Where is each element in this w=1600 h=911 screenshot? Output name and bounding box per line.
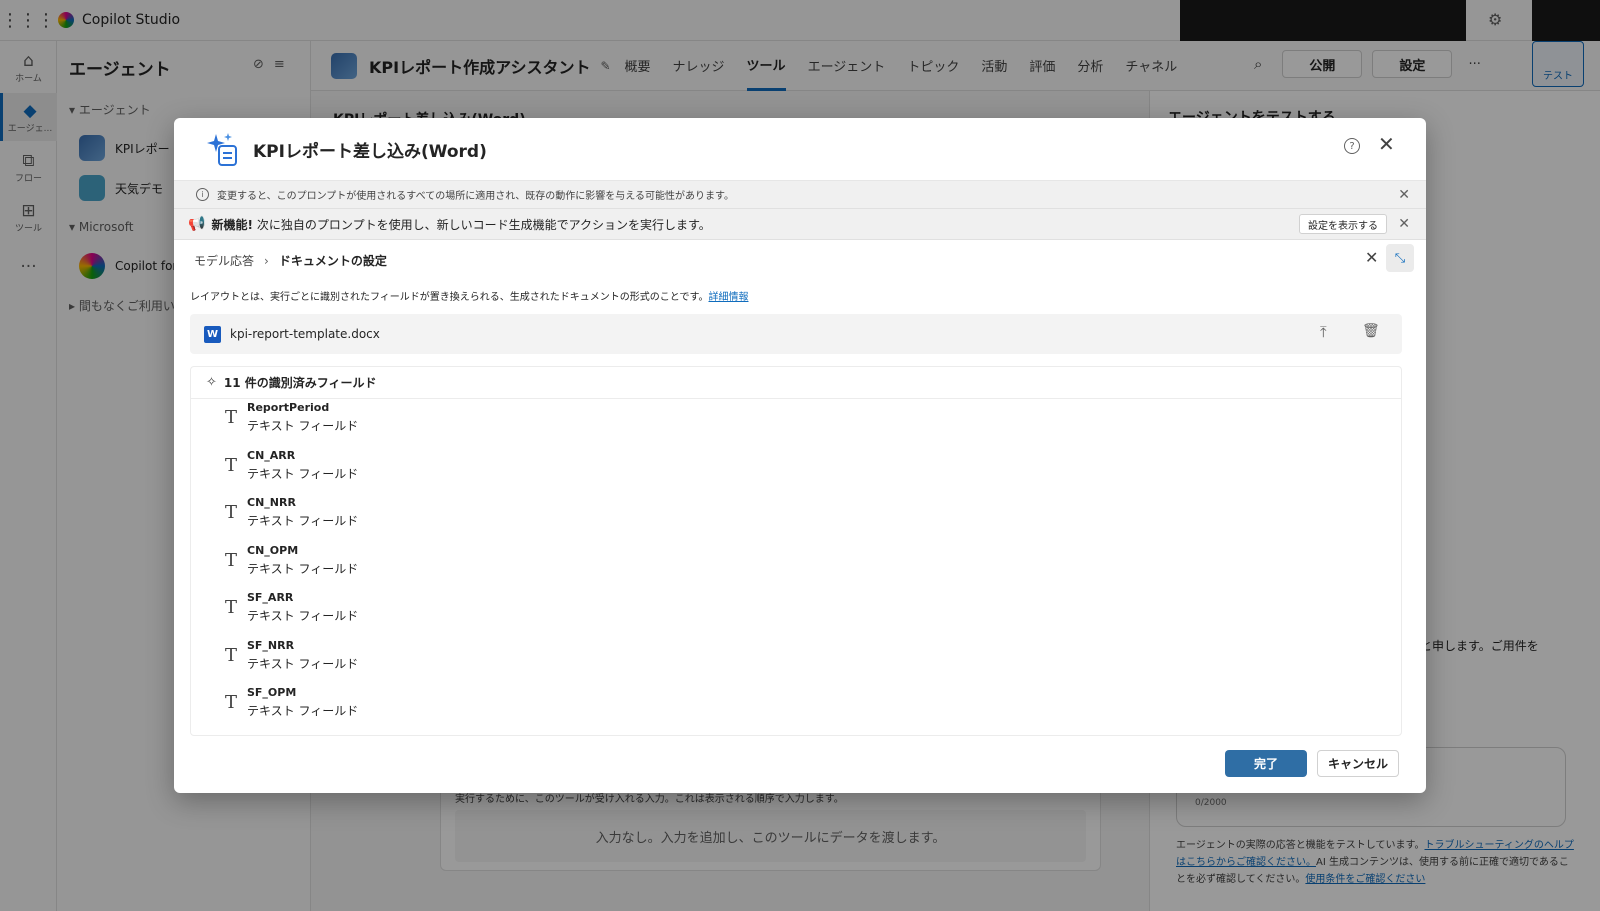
field-name: SF_ARR xyxy=(247,591,294,604)
info-bar-text: 変更すると、このプロンプトが使用されるすべての場所に適用され、既存の動作に影響を… xyxy=(217,191,734,202)
field-item: T CN_ARR テキスト フィールド xyxy=(191,447,1401,495)
help-icon[interactable]: ? xyxy=(1344,138,1360,154)
learn-more-link[interactable]: 詳細情報 xyxy=(709,292,749,303)
text-field-icon: T xyxy=(225,644,238,666)
close-pane-icon[interactable]: ✕ xyxy=(1365,248,1378,267)
dialog-title: KPIレポート差し込み(Word) xyxy=(253,142,487,162)
field-name: SF_OPM xyxy=(247,686,297,699)
fields-title: 11 件の識別済みフィールド xyxy=(223,376,377,390)
text-field-icon: T xyxy=(225,502,238,523)
upload-icon[interactable]: ⤒ xyxy=(1320,323,1327,341)
text-field-icon: T xyxy=(225,549,238,571)
breadcrumb: モデル応答 › ドキュメントの設定 xyxy=(194,252,387,269)
field-type: テキスト フィールド xyxy=(247,561,359,576)
dialog-header: KPIレポート差し込み(Word) ? ✕ xyxy=(174,118,1426,180)
layout-description: レイアウトとは、実行ごとに識別されたフィールドが置き換えられる、生成されたドキュ… xyxy=(190,292,749,303)
text-field-icon: T xyxy=(225,454,238,476)
field-name: CN_NRR xyxy=(247,496,296,509)
template-file-card: W kpi-report-template.docx ⤒ 🗑 xyxy=(190,314,1402,354)
delete-icon[interactable]: 🗑 xyxy=(1362,323,1380,339)
chevron-right-icon: › xyxy=(264,253,269,268)
info-bar: i 変更すると、このプロンプトが使用されるすべての場所に適用され、既存の動作に影… xyxy=(174,180,1426,208)
field-type: テキスト フィールド xyxy=(247,466,359,481)
text-field-icon: T xyxy=(225,692,238,713)
dismiss-new-feature-icon[interactable]: ✕ xyxy=(1398,216,1410,232)
breadcrumb-parent[interactable]: モデル応答 xyxy=(194,252,254,269)
prompt-sparkle-icon xyxy=(207,133,237,166)
file-name: kpi-report-template.docx xyxy=(230,327,380,341)
new-feature-bar: 📢 新機能! 次に独自のプロンプトを使用し、新しいコード生成機能でアクションを実… xyxy=(174,208,1426,240)
field-type: テキスト フィールド xyxy=(247,704,359,718)
new-feature-text: 次に独自のプロンプトを使用し、新しいコード生成機能でアクションを実行します。 xyxy=(256,217,711,232)
field-item: T SF_OPM テキスト フィールド xyxy=(191,684,1401,732)
cancel-button[interactable]: キャンセル xyxy=(1317,750,1399,777)
info-icon: i xyxy=(196,188,209,201)
collapse-icon[interactable]: ⤡ xyxy=(1386,244,1414,272)
breadcrumb-current: ドキュメントの設定 xyxy=(278,254,387,268)
done-button[interactable]: 完了 xyxy=(1225,750,1307,777)
show-settings-button[interactable]: 設定を表示する xyxy=(1299,214,1387,234)
field-item: T CN_OPM テキスト フィールド xyxy=(191,542,1401,590)
field-name: SF_NRR xyxy=(247,638,295,652)
new-feature-label: 新機能! xyxy=(211,217,253,232)
field-name: CN_ARR xyxy=(247,448,296,462)
fields-header: ✧ 11 件の識別済みフィールド xyxy=(191,367,1401,399)
field-type: テキスト フィールド xyxy=(247,609,359,623)
text-field-icon: T xyxy=(225,407,238,428)
field-item: T CN_NRR テキスト フィールド xyxy=(191,494,1401,542)
identified-fields-panel: ✧ 11 件の識別済みフィールド T ReportPeriod テキスト フィー… xyxy=(190,366,1402,736)
dismiss-info-icon[interactable]: ✕ xyxy=(1398,187,1410,203)
document-settings-dialog: KPIレポート差し込み(Word) ? ✕ i 変更すると、このプロンプトが使用… xyxy=(174,118,1426,793)
close-icon[interactable]: ✕ xyxy=(1378,132,1395,156)
sparkle-icon: ✧ xyxy=(206,375,217,390)
field-type: テキスト フィールド xyxy=(247,514,359,528)
word-file-icon: W xyxy=(204,325,221,343)
field-name: CN_OPM xyxy=(247,543,299,557)
field-item: T SF_ARR テキスト フィールド xyxy=(191,589,1401,637)
field-name: ReportPeriod xyxy=(247,401,330,414)
text-field-icon: T xyxy=(225,597,238,618)
field-item: T SF_NRR テキスト フィールド xyxy=(191,637,1401,685)
field-item: T ReportPeriod テキスト フィールド xyxy=(191,399,1401,447)
field-type: テキスト フィールド xyxy=(247,419,359,433)
megaphone-icon: 📢 xyxy=(188,216,206,232)
field-type: テキスト フィールド xyxy=(247,656,359,671)
